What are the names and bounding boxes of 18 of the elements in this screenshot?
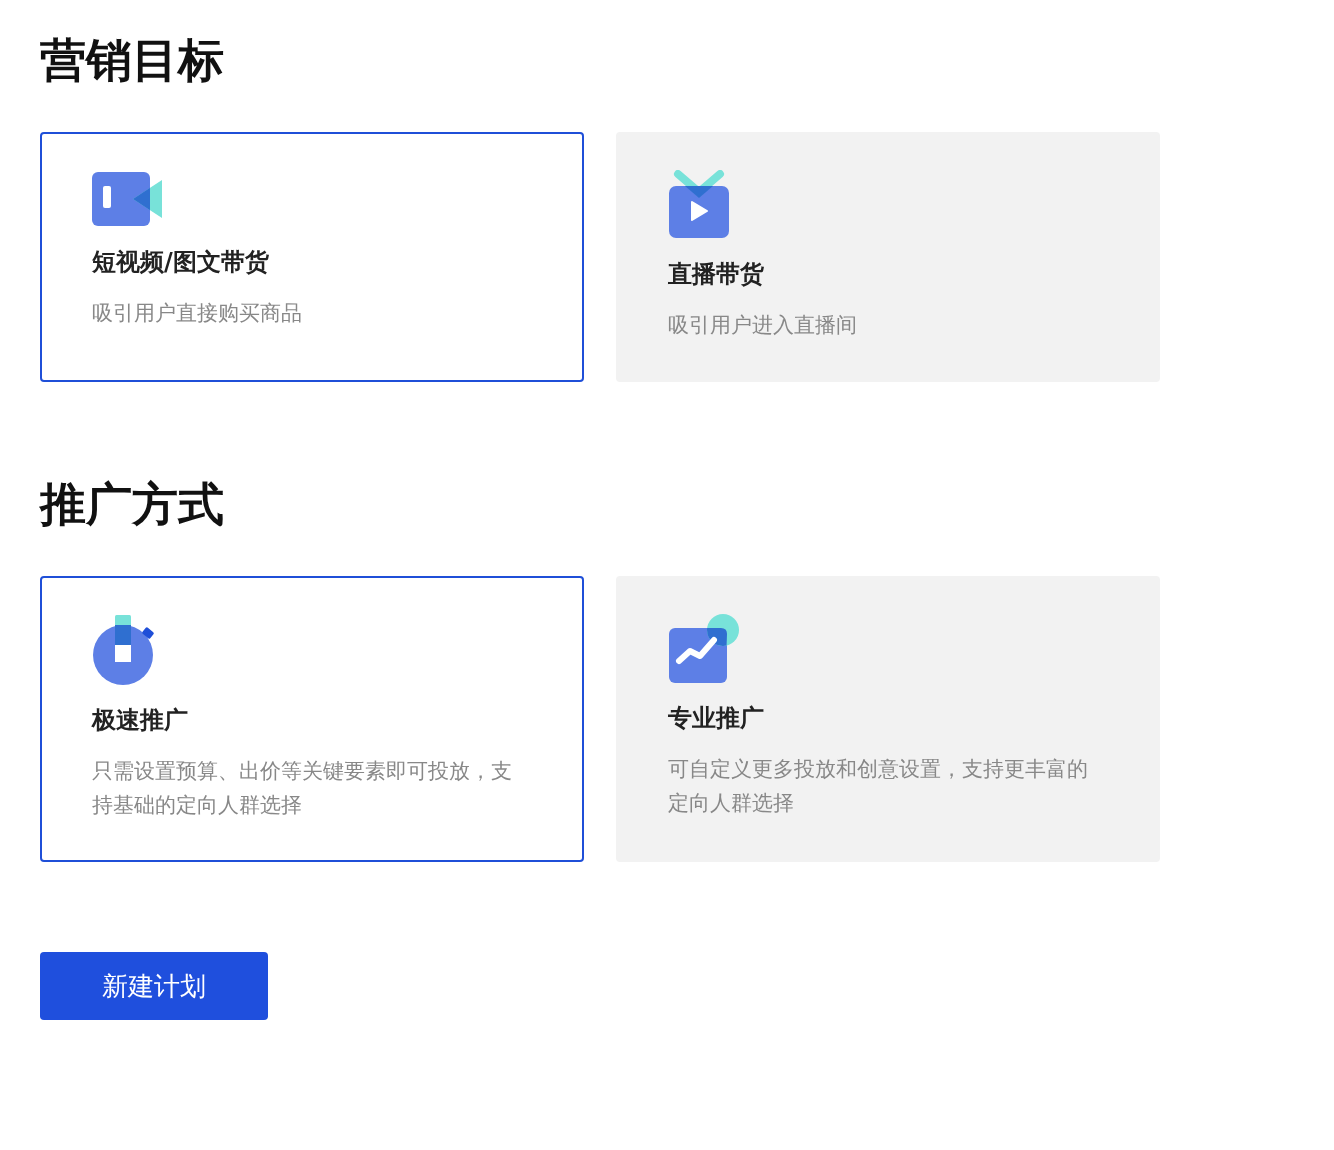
option-card[interactable]: 极速推广 只需设置预算、出价等关键要素即可投放，支持基础的定向人群选择 [40,576,584,862]
video-camera-icon [92,170,164,228]
option-card[interactable]: 专业推广 可自定义更多投放和创意设置，支持更丰富的定向人群选择 [616,576,1160,862]
option-title: 极速推广 [92,705,189,736]
option-title: 直播带货 [668,259,765,290]
option-description: 可自定义更多投放和创意设置，支持更丰富的定向人群选择 [668,756,1089,817]
option-description: 吸引用户直接购买商品 [92,300,303,327]
option-title: 短视频/图文带货 [92,247,270,278]
section-title: 营销目标 [40,32,225,89]
section-title: 推广方式 [40,476,225,533]
tv-play-icon [668,170,730,240]
option-title: 专业推广 [668,703,765,734]
option-card[interactable]: 短视频/图文带货 吸引用户直接购买商品 [40,132,584,382]
chart-growth-icon [668,614,740,684]
option-description: 吸引用户进入直播间 [668,312,858,339]
option-card[interactable]: 直播带货 吸引用户进入直播间 [616,132,1160,382]
create-plan-button[interactable]: 新建计划 [40,952,268,1020]
option-description: 只需设置预算、出价等关键要素即可投放，支持基础的定向人群选择 [92,758,513,819]
